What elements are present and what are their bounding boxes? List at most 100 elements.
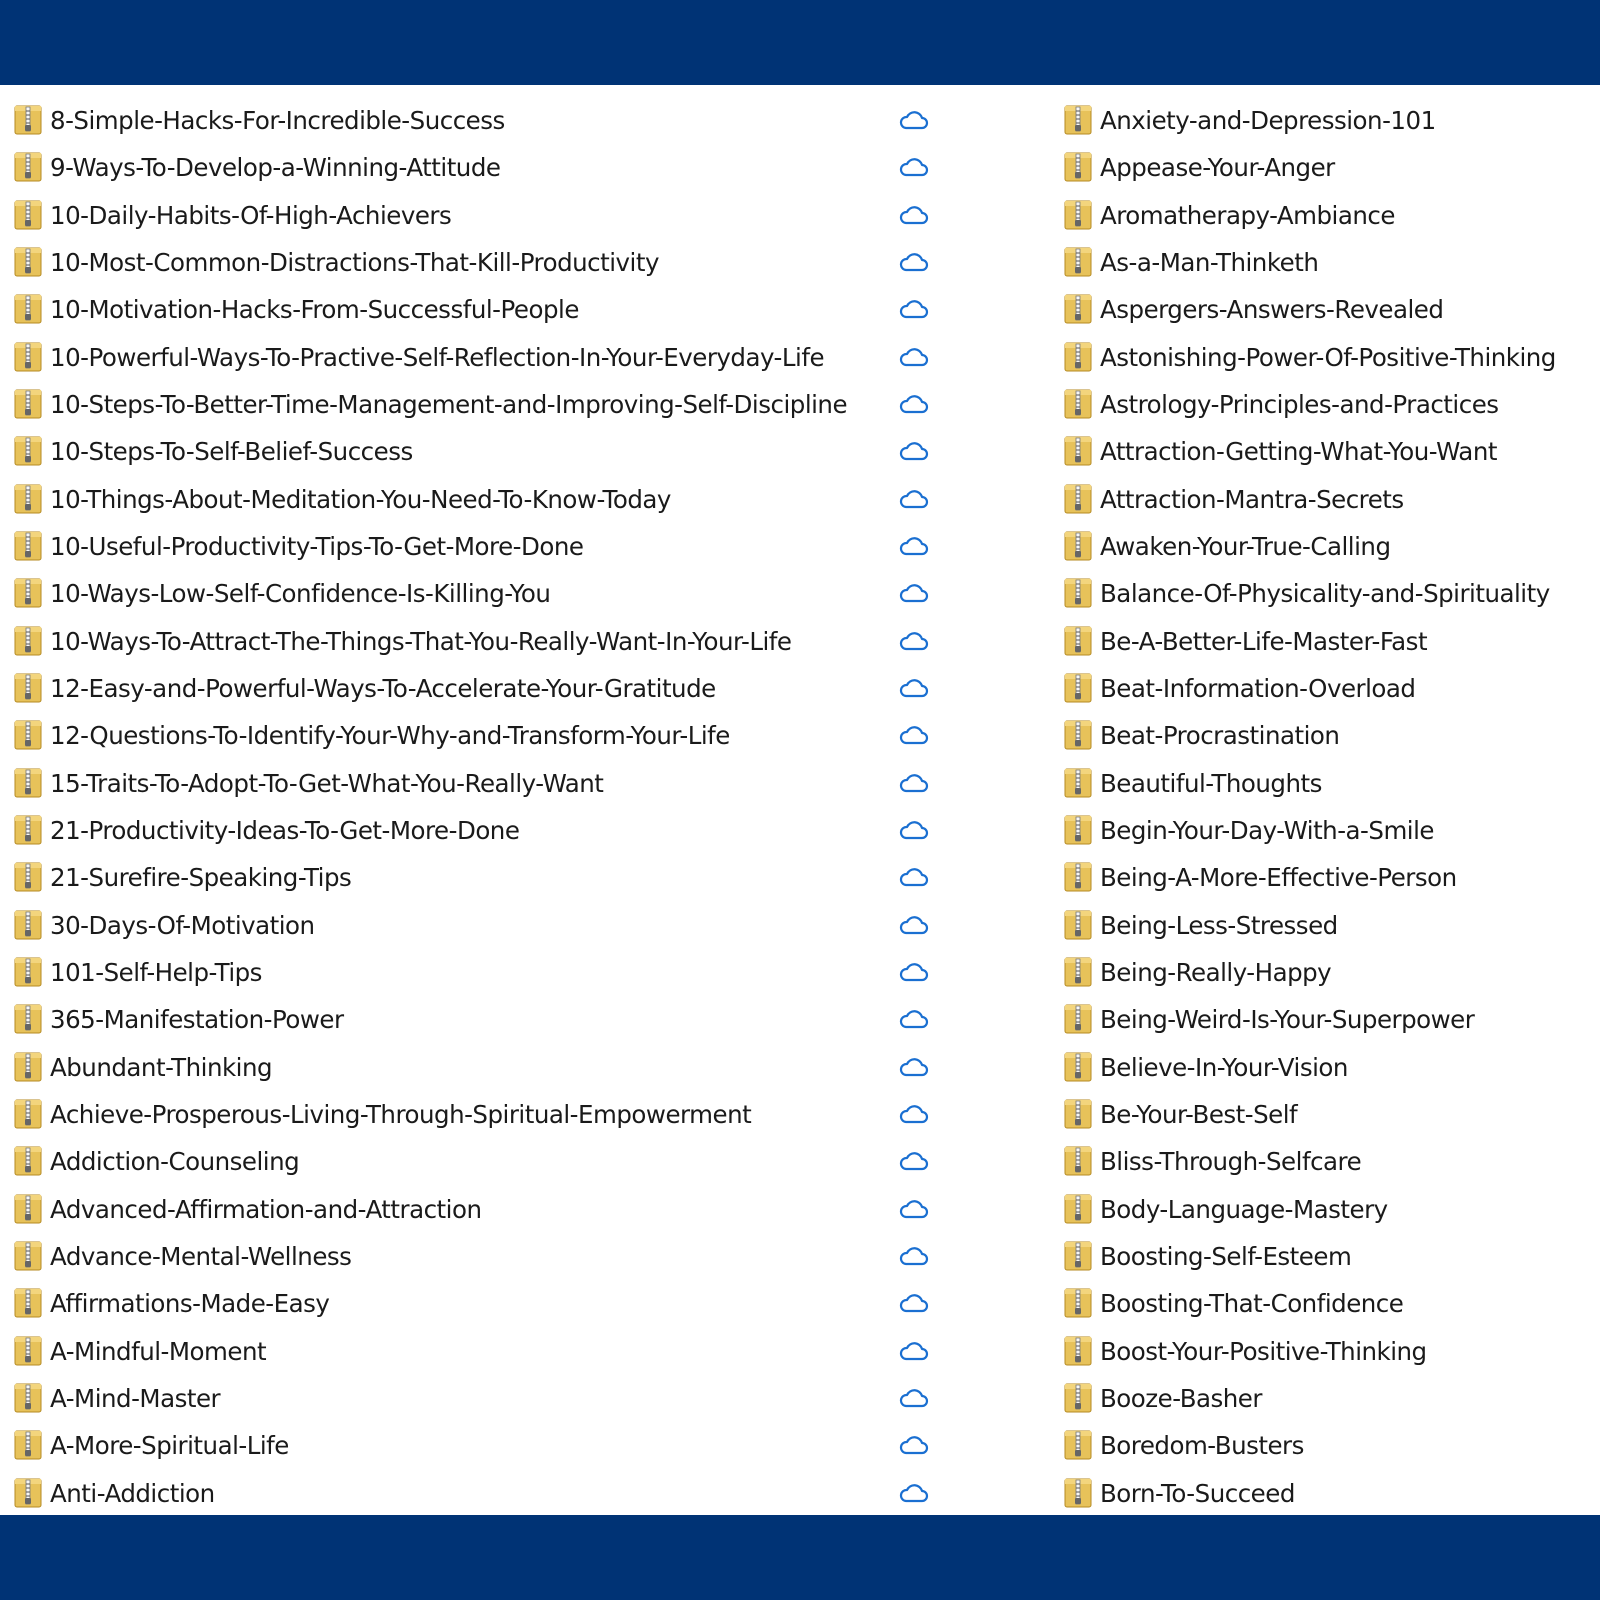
file-name: 365-Manifestation-Power (50, 1005, 344, 1035)
file-name: Booze-Basher (1100, 1383, 1262, 1413)
zip-folder-icon (1064, 1146, 1092, 1176)
file-row[interactable]: Beat-Information-Overload (1064, 665, 1600, 712)
file-row[interactable]: 10-Most-Common-Distractions-That-Kill-Pr… (14, 239, 934, 286)
file-row[interactable]: Anxiety-and-Depression-101 (1064, 97, 1600, 144)
cloud-sync-icon (899, 1387, 929, 1409)
file-name: Abundant-Thinking (50, 1052, 273, 1082)
file-row[interactable]: 10-Ways-To-Attract-The-Things-That-You-R… (14, 618, 934, 665)
file-name: 10-Daily-Habits-Of-High-Achievers (50, 200, 452, 230)
file-row[interactable]: A-Mindful-Moment (14, 1328, 934, 1375)
file-row[interactable]: Being-Really-Happy (1064, 949, 1600, 996)
cloud-sync-icon (899, 819, 929, 841)
zip-folder-icon (1064, 1478, 1092, 1508)
file-row[interactable]: Boosting-Self-Esteem (1064, 1233, 1600, 1280)
file-row[interactable]: Boosting-That-Confidence (1064, 1280, 1600, 1327)
file-row[interactable]: Be-A-Better-Life-Master-Fast (1064, 618, 1600, 665)
file-name: Beat-Procrastination (1100, 721, 1340, 751)
zip-folder-icon (1064, 342, 1092, 372)
file-row[interactable]: Being-A-More-Effective-Person (1064, 854, 1600, 901)
file-row[interactable]: 10-Steps-To-Self-Belief-Success (14, 428, 934, 475)
file-row[interactable]: Body-Language-Mastery (1064, 1186, 1600, 1233)
file-row[interactable]: 30-Days-Of-Motivation (14, 902, 934, 949)
file-row[interactable]: 10-Things-About-Meditation-You-Need-To-K… (14, 476, 934, 523)
file-row[interactable]: Being-Less-Stressed (1064, 902, 1600, 949)
cloud-sync-icon (899, 440, 929, 462)
file-row[interactable]: Awaken-Your-True-Calling (1064, 523, 1600, 570)
file-row[interactable]: Astrology-Principles-and-Practices (1064, 381, 1600, 428)
file-row[interactable]: Begin-Your-Day-With-a-Smile (1064, 807, 1600, 854)
zip-folder-icon (1064, 815, 1092, 845)
cloud-sync-icon (899, 724, 929, 746)
file-name: 12-Questions-To-Identify-Your-Why-and-Tr… (50, 721, 730, 751)
file-row[interactable]: Beautiful-Thoughts (1064, 760, 1600, 807)
file-row[interactable]: 21-Productivity-Ideas-To-Get-More-Done (14, 807, 934, 854)
file-row[interactable]: Abundant-Thinking (14, 1044, 934, 1091)
file-row[interactable]: Balance-Of-Physicality-and-Spirituality (1064, 570, 1600, 617)
file-row[interactable]: 15-Traits-To-Adopt-To-Get-What-You-Reall… (14, 760, 934, 807)
file-row[interactable]: Anti-Addiction (14, 1470, 934, 1517)
file-name: Anti-Addiction (50, 1478, 215, 1508)
file-row[interactable]: 10-Motivation-Hacks-From-Successful-Peop… (14, 286, 934, 333)
zip-folder-icon (14, 1336, 42, 1366)
file-row[interactable]: Boost-Your-Positive-Thinking (1064, 1328, 1600, 1375)
zip-folder-icon (1064, 1052, 1092, 1082)
zip-folder-icon (14, 1241, 42, 1271)
file-name: Be-Your-Best-Self (1100, 1099, 1298, 1129)
file-row[interactable]: Believe-In-Your-Vision (1064, 1044, 1600, 1091)
cloud-sync-icon (899, 1245, 929, 1267)
file-row[interactable]: 101-Self-Help-Tips (14, 949, 934, 996)
file-name: Being-Really-Happy (1100, 957, 1332, 987)
zip-folder-icon (1064, 247, 1092, 277)
file-row[interactable]: Beat-Procrastination (1064, 712, 1600, 759)
file-row[interactable]: A-Mind-Master (14, 1375, 934, 1422)
file-row[interactable]: 365-Manifestation-Power (14, 996, 934, 1043)
zip-folder-icon (1064, 1004, 1092, 1034)
file-row[interactable]: 12-Easy-and-Powerful-Ways-To-Accelerate-… (14, 665, 934, 712)
file-row[interactable]: Boredom-Busters (1064, 1422, 1600, 1469)
file-row[interactable]: Being-Weird-Is-Your-Superpower (1064, 996, 1600, 1043)
file-row[interactable]: Attraction-Mantra-Secrets (1064, 476, 1600, 523)
file-name: 8-Simple-Hacks-For-Incredible-Success (50, 106, 505, 135)
file-row[interactable]: 8-Simple-Hacks-For-Incredible-Success (14, 97, 934, 144)
zip-folder-icon (1064, 578, 1092, 608)
file-row[interactable]: Addiction-Counseling (14, 1138, 934, 1185)
file-row[interactable]: Attraction-Getting-What-You-Want (1064, 428, 1600, 475)
file-row[interactable]: Bliss-Through-Selfcare (1064, 1138, 1600, 1185)
zip-folder-icon (1064, 152, 1092, 182)
file-name: 10-Steps-To-Self-Belief-Success (50, 437, 413, 467)
file-row[interactable]: 10-Useful-Productivity-Tips-To-Get-More-… (14, 523, 934, 570)
file-row[interactable]: Appease-Your-Anger (1064, 144, 1600, 191)
file-name: 10-Ways-Low-Self-Confidence-Is-Killing-Y… (50, 579, 551, 609)
cloud-sync-icon (899, 1434, 929, 1456)
file-row[interactable]: Born-To-Succeed (1064, 1470, 1600, 1517)
file-row[interactable]: Aspergers-Answers-Revealed (1064, 286, 1600, 333)
zip-folder-icon (1064, 1288, 1092, 1318)
file-row[interactable]: Astonishing-Power-Of-Positive-Thinking (1064, 334, 1600, 381)
file-row[interactable]: 10-Daily-Habits-Of-High-Achievers (14, 192, 934, 239)
file-row[interactable]: Be-Your-Best-Self (1064, 1091, 1600, 1138)
file-row[interactable]: 21-Surefire-Speaking-Tips (14, 854, 934, 901)
file-row[interactable]: 10-Powerful-Ways-To-Practive-Self-Reflec… (14, 334, 934, 381)
cloud-sync-icon (899, 1103, 929, 1125)
file-row[interactable]: 9-Ways-To-Develop-a-Winning-Attitude (14, 144, 934, 191)
file-row[interactable]: Aromatherapy-Ambiance (1064, 192, 1600, 239)
file-row[interactable]: Achieve-Prosperous-Living-Through-Spirit… (14, 1091, 934, 1138)
file-row[interactable]: Booze-Basher (1064, 1375, 1600, 1422)
file-row[interactable]: Advance-Mental-Wellness (14, 1233, 934, 1280)
file-row[interactable]: 10-Steps-To-Better-Time-Management-and-I… (14, 381, 934, 428)
file-name: 30-Days-Of-Motivation (50, 910, 315, 940)
file-row[interactable]: Advanced-Affirmation-and-Attraction (14, 1186, 934, 1233)
file-row[interactable]: 10-Ways-Low-Self-Confidence-Is-Killing-Y… (14, 570, 934, 617)
zip-folder-icon (14, 247, 42, 277)
cloud-sync-icon (899, 346, 929, 368)
zip-folder-icon (14, 1146, 42, 1176)
file-row[interactable]: Affirmations-Made-Easy (14, 1280, 934, 1327)
file-name: 21-Productivity-Ideas-To-Get-More-Done (50, 815, 520, 845)
file-row[interactable]: A-More-Spiritual-Life (14, 1422, 934, 1469)
zip-folder-icon (1064, 768, 1092, 798)
zip-folder-icon (1064, 957, 1092, 987)
cloud-sync-icon (899, 1150, 929, 1172)
file-row[interactable]: As-a-Man-Thinketh (1064, 239, 1600, 286)
file-row[interactable]: 12-Questions-To-Identify-Your-Why-and-Tr… (14, 712, 934, 759)
file-name: Boosting-That-Confidence (1100, 1289, 1404, 1319)
